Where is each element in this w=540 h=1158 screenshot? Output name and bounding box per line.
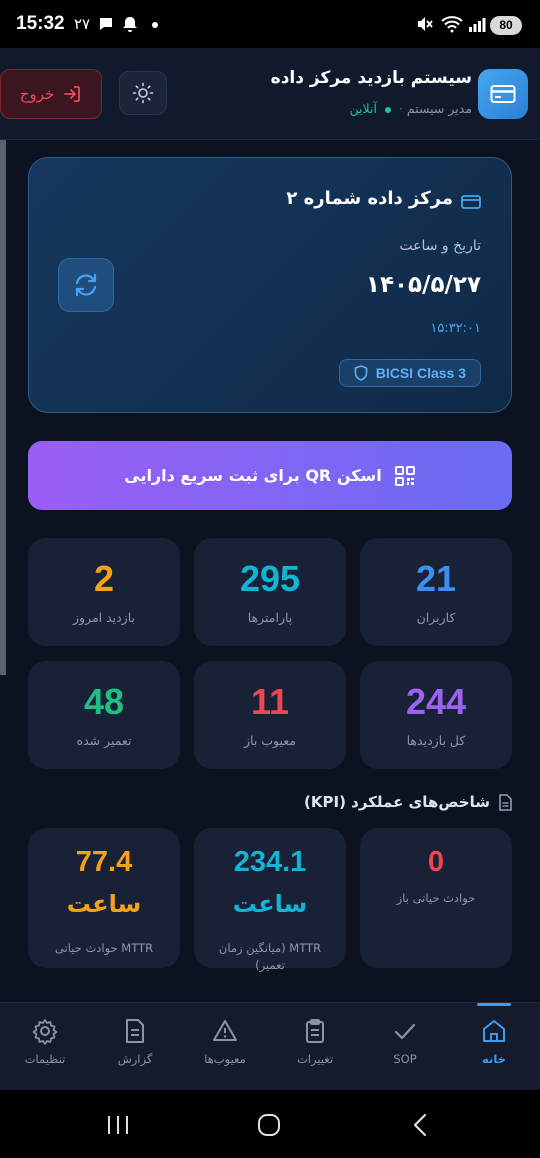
clipboard-icon (306, 1019, 324, 1043)
nav-item-settings[interactable]: تنظیمات (0, 1003, 90, 1091)
online-dot (384, 106, 391, 113)
stat-value: 295 (239, 558, 301, 599)
datacenter-card: مرکز داده شماره ۲ تاریخ و ساعت ۱۴۰۵/۵/۲۷… (28, 157, 512, 413)
kpi-value: 0 (427, 846, 445, 878)
wifi-icon (441, 16, 463, 33)
app-logo (478, 69, 528, 119)
stat-label: پارامترها (247, 610, 293, 625)
kpi-heading-label: شاخص‌های عملکرد (KPI) (304, 793, 490, 811)
battery-indicator: 80 (490, 16, 522, 35)
stat-label: بازدید امروز (72, 610, 136, 625)
nav-label: گزارش (117, 1052, 153, 1066)
bicsi-badge: BICSI Class 3 (338, 359, 481, 387)
kpi-open-critical[interactable]: 0 حوادث حیاتی باز (360, 828, 512, 968)
kpi-mttr-critical[interactable]: 77.4 ساعت MTTR حوادث حیاتی (28, 828, 180, 968)
kpi-heading: شاخص‌های عملکرد (KPI) (304, 793, 512, 811)
stat-value: 21 (415, 558, 457, 599)
stat-label: تعمیر شده (76, 733, 132, 748)
shield-icon (354, 365, 368, 381)
stat-total-visits[interactable]: 244 کل بازدیدها (360, 661, 512, 769)
system-navigation-bar (0, 1090, 540, 1158)
kpi-label: MTTR (میانگین زمان تعمیر) (218, 941, 322, 973)
bell-icon (123, 17, 137, 32)
logout-label: خروج (19, 85, 55, 103)
app-title: سیستم بازدید مرکز داده (270, 68, 472, 88)
theme-toggle-button[interactable] (119, 71, 167, 115)
app-header: سیستم بازدید مرکز داده مدیر سیستم · آنلا… (0, 48, 540, 140)
current-date: ۱۴۰۵/۵/۲۷ (365, 272, 481, 298)
warning-icon (213, 1020, 237, 1041)
kpi-label: MTTR حوادث حیاتی (54, 941, 154, 955)
qr-scan-button[interactable]: اسکن QR برای ثبت سریع دارایی (28, 441, 512, 510)
home-icon (483, 1020, 505, 1042)
bicsi-badge-label: BICSI Class 3 (375, 365, 466, 381)
nav-item-changes[interactable]: تغییرات (270, 1003, 360, 1091)
logout-icon (64, 86, 81, 102)
stat-value: 11 (250, 681, 290, 722)
separator: · (398, 101, 403, 116)
logout-button[interactable]: خروج (0, 69, 102, 119)
stat-users[interactable]: 21 کاربران (360, 538, 512, 646)
signal-icon (469, 18, 486, 32)
recent-apps-button[interactable] (106, 1114, 130, 1136)
nav-label: SOP (393, 1052, 417, 1066)
scroll-indicator (0, 140, 6, 675)
kpi-value: 77.4 (75, 846, 133, 878)
check-icon (394, 1023, 416, 1040)
stat-value: 244 (405, 681, 467, 722)
home-button[interactable] (257, 1114, 281, 1136)
nav-item-sop[interactable]: SOP (360, 1003, 450, 1091)
stat-repaired[interactable]: 48 تعمیر شده (28, 661, 180, 769)
bottom-nav: خانه SOP تغییرات معیوب‌ها گزارش تنظیمات (0, 1002, 540, 1090)
status-day: ۲۷ (74, 15, 91, 33)
refresh-button[interactable] (58, 258, 114, 312)
document-icon (126, 1019, 144, 1043)
kpi-label: حوادث حیاتی باز (396, 891, 476, 905)
nav-label: تنظیمات (24, 1052, 66, 1066)
nav-item-report[interactable]: گزارش (90, 1003, 180, 1091)
credit-card-icon (490, 85, 516, 103)
sun-icon (132, 82, 154, 104)
back-button[interactable] (410, 1113, 430, 1137)
document-icon (499, 793, 512, 811)
dot-icon (152, 22, 158, 28)
online-status: آنلاین (349, 101, 377, 116)
nav-item-home[interactable]: خانه (449, 1003, 539, 1091)
nav-item-faults[interactable]: معیوب‌ها (180, 1003, 270, 1091)
qr-code-icon (394, 465, 415, 486)
datetime-label: تاریخ و ساعت (399, 238, 481, 254)
refresh-icon (75, 273, 97, 297)
stat-label: معیوب باز (243, 733, 297, 748)
active-indicator (477, 1003, 511, 1006)
stat-parameters[interactable]: 295 پارامترها (194, 538, 346, 646)
status-time: 15:32 (16, 13, 65, 34)
kpi-value: 234.1 (233, 846, 307, 878)
stat-value: 48 (83, 681, 125, 722)
qr-scan-label: اسکن QR برای ثبت سریع دارایی (124, 466, 382, 485)
stat-value: 2 (93, 558, 115, 599)
server-card-icon (461, 195, 481, 209)
chat-bubble-icon (100, 18, 112, 30)
status-bar: 15:32 ۲۷ 80 (0, 0, 540, 48)
mute-icon (418, 17, 433, 31)
kpi-mttr[interactable]: 234.1 ساعت MTTR (میانگین زمان تعمیر) (194, 828, 346, 972)
user-role: مدیر سیستم (406, 101, 472, 116)
stat-open-faults[interactable]: 11 معیوب باز (194, 661, 346, 769)
settings-icon (32, 1019, 58, 1045)
nav-label: تغییرات (296, 1052, 334, 1066)
current-time: ۱۵:۳۲:۰۱ (430, 321, 481, 336)
user-status: مدیر سیستم · آنلاین (350, 101, 472, 116)
stat-today-visits[interactable]: 2 بازدید امروز (28, 538, 180, 646)
stat-label: کاربران (416, 610, 456, 625)
kpi-unit: ساعت (66, 890, 142, 918)
kpi-unit: ساعت (232, 890, 308, 918)
nav-label: معیوب‌ها (204, 1052, 246, 1066)
nav-label: خانه (482, 1052, 506, 1066)
stat-label: کل بازدیدها (406, 733, 466, 748)
datacenter-title: مرکز داده شماره ۲ (286, 188, 453, 209)
